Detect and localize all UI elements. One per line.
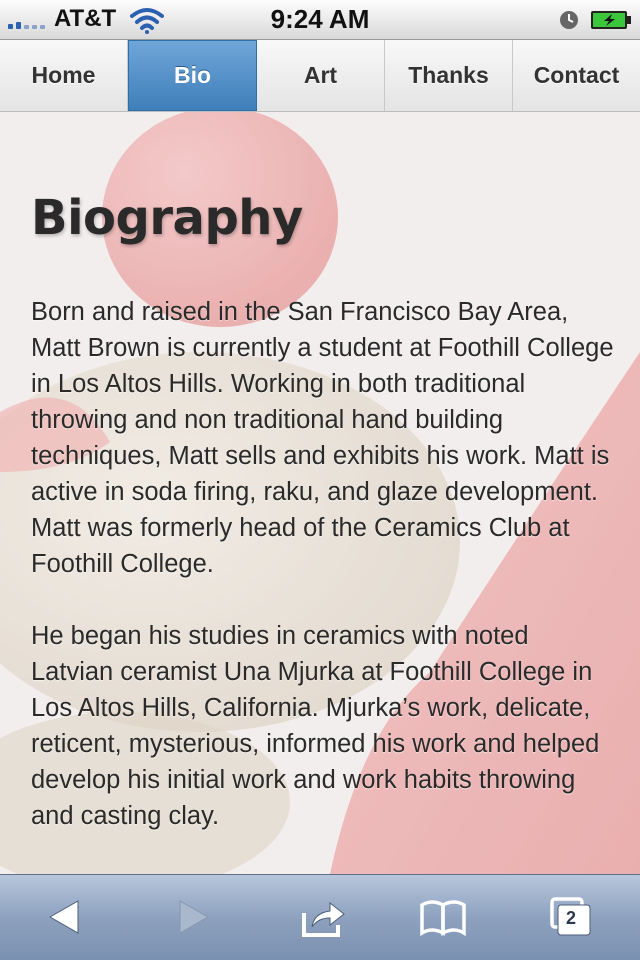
- pages-button[interactable]: 2: [546, 895, 596, 939]
- share-icon: [302, 901, 345, 937]
- tab-bio[interactable]: Bio: [128, 40, 257, 111]
- pages-count: 2: [565, 908, 576, 928]
- main-navigation: Home Bio Art Thanks Contact: [0, 40, 640, 112]
- tab-art[interactable]: Art: [257, 40, 385, 111]
- page-content[interactable]: Biography Born and raised in the San Fra…: [0, 112, 640, 874]
- back-arrow-icon: [48, 900, 79, 934]
- battery-icon: [591, 11, 631, 29]
- back-button[interactable]: [40, 895, 90, 939]
- status-bar: AT&T 9:24 AM: [0, 0, 640, 40]
- tab-thanks[interactable]: Thanks: [385, 40, 513, 111]
- bookmarks-button[interactable]: [418, 895, 468, 939]
- browser-toolbar: 2: [0, 874, 640, 960]
- bookmarks-book-icon: [420, 900, 466, 937]
- alarm-clock-icon: [560, 11, 578, 29]
- bio-paragraph-1: Born and raised in the San Francisco Bay…: [31, 298, 614, 578]
- page-title: Biography: [31, 190, 303, 246]
- status-time: 9:24 AM: [270, 4, 370, 34]
- share-button[interactable]: [298, 895, 348, 939]
- bio-paragraph-2: He began his studies in ceramics with no…: [31, 622, 600, 830]
- tab-home[interactable]: Home: [0, 40, 128, 111]
- bio-text: Biography Born and raised in the San Fra…: [31, 190, 616, 834]
- forward-arrow-icon: [179, 900, 210, 934]
- forward-button[interactable]: [168, 895, 218, 939]
- tab-contact[interactable]: Contact: [513, 40, 640, 111]
